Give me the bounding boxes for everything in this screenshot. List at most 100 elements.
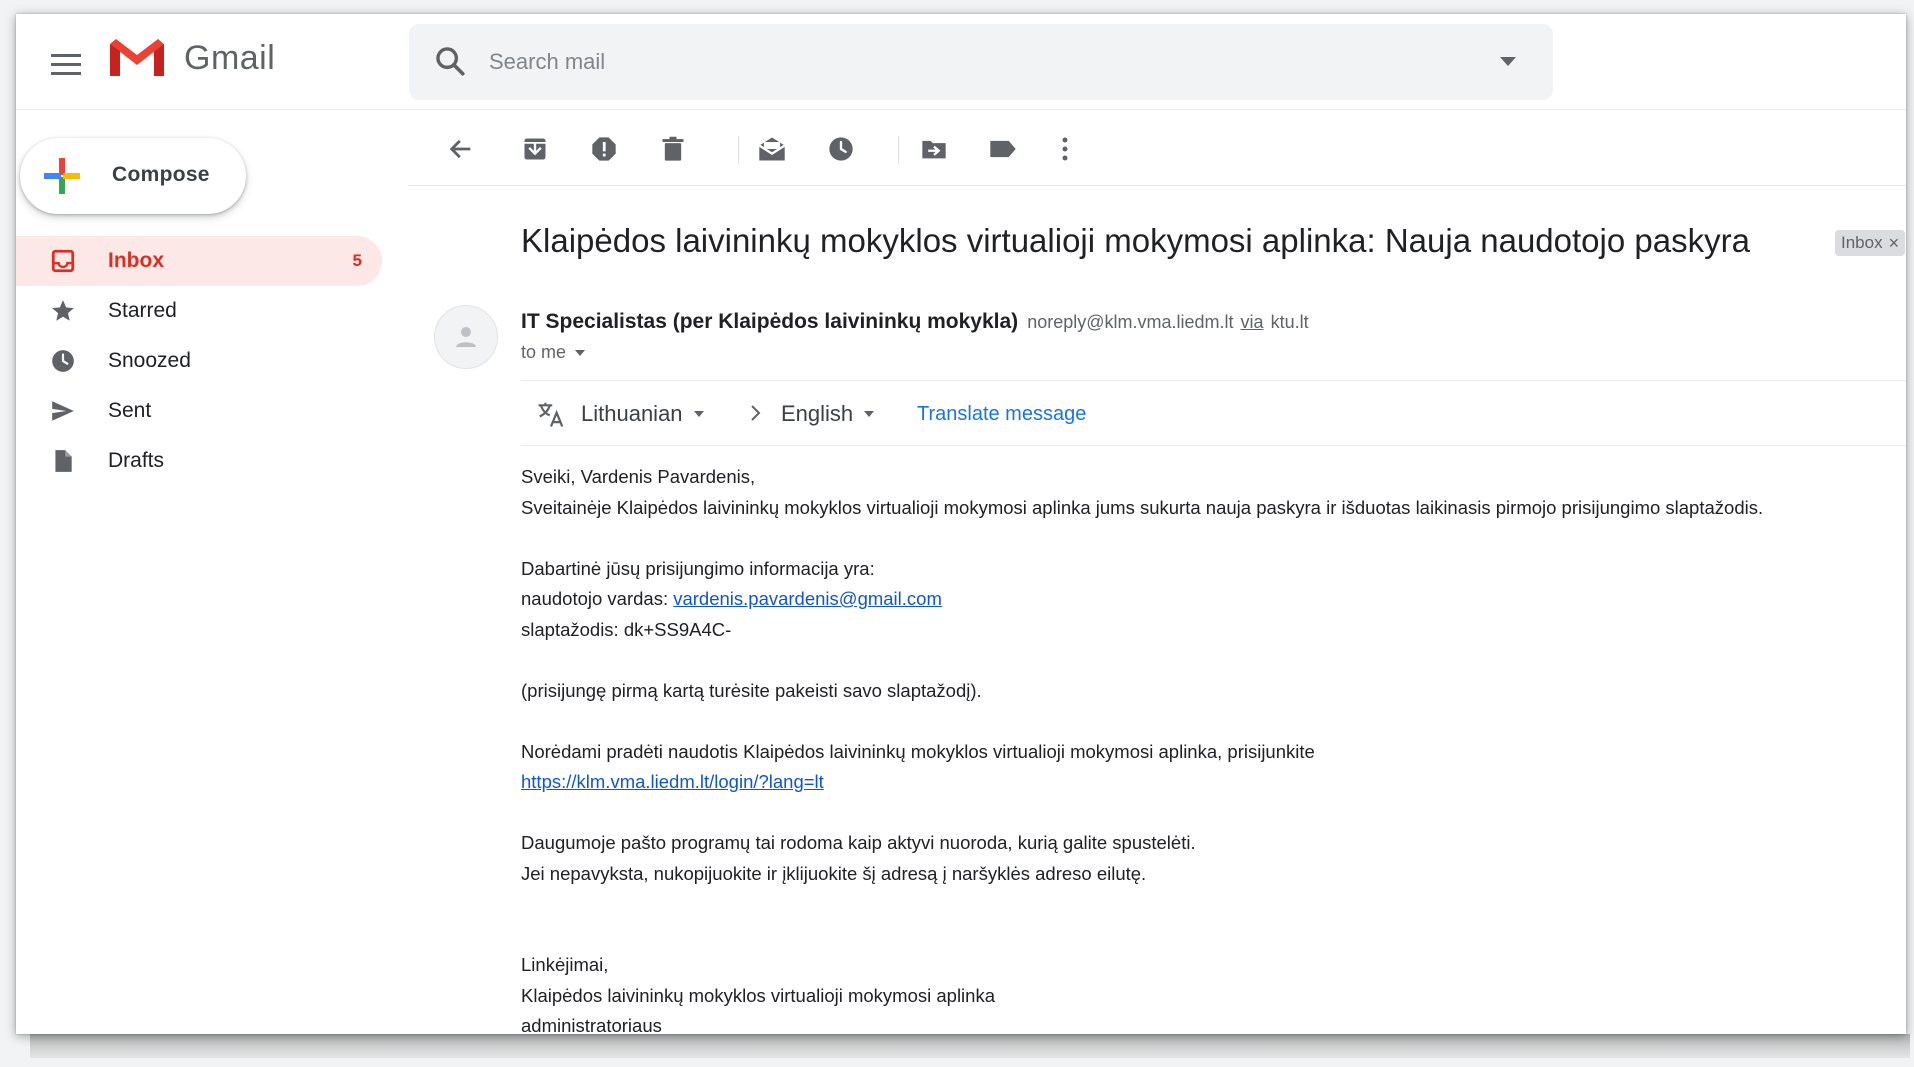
delete-icon xyxy=(662,136,684,161)
label-icon xyxy=(990,140,1016,158)
body-login-intro: Norėdami pradėti naudotis Klaipėdos laiv… xyxy=(521,740,1315,762)
translate-icon xyxy=(538,402,564,427)
mark-unread-button[interactable] xyxy=(755,132,789,166)
sidebar-item-label: Drafts xyxy=(108,449,165,472)
body-greeting: Sveiki, Vardenis Pavardenis, xyxy=(521,466,756,487)
recipients-details-toggle[interactable]: to me xyxy=(521,342,586,363)
username-label: naudotojo vardas: xyxy=(521,588,674,609)
search-icon[interactable] xyxy=(433,44,467,78)
source-language-label: Lithuanian xyxy=(581,401,683,426)
translate-message-link[interactable]: Translate message xyxy=(917,403,1086,426)
move-to-button[interactable] xyxy=(917,132,951,166)
body-signature: Klaipėdos laivininkų mokyklos virtualioj… xyxy=(521,984,995,1006)
sender-email: noreply@klm.vma.liedm.lt xyxy=(1027,312,1234,332)
mark-unread-icon xyxy=(758,137,786,161)
label-button[interactable] xyxy=(986,132,1020,166)
sidebar-item-drafts[interactable]: Drafts xyxy=(16,436,406,486)
send-icon xyxy=(52,401,74,421)
sidebar-item-label: Sent xyxy=(108,399,152,422)
toolbar-divider xyxy=(738,136,739,164)
body-signature: administratoriaus xyxy=(521,1015,662,1034)
body-login-url-line: https://klm.vma.liedm.lt/login/?lang=lt xyxy=(521,767,1763,798)
sender-line: IT Specialistas (per Klaipėdos laivinink… xyxy=(521,310,1309,334)
more-options-button[interactable] xyxy=(1048,132,1082,166)
body-change-note: (prisijungę pirmą kartą turėsite pakeist… xyxy=(521,679,982,701)
person-icon xyxy=(456,327,476,347)
snooze-icon xyxy=(829,137,853,161)
body-closing: Linkėjimai, xyxy=(521,954,609,975)
chevron-down-icon xyxy=(693,411,704,417)
archive-button[interactable] xyxy=(518,132,552,166)
compose-label: Compose xyxy=(112,163,210,186)
draft-icon xyxy=(55,450,72,472)
search-bar[interactable] xyxy=(409,24,1553,100)
sidebar-item-label: Snoozed xyxy=(108,349,191,372)
unread-count-badge: 5 xyxy=(352,251,362,270)
source-language-dropdown[interactable]: Lithuanian xyxy=(581,401,705,427)
translate-bar: Lithuanian English Translate message xyxy=(521,380,1906,446)
toolbar-divider xyxy=(898,136,899,164)
sidebar-item-label: Inbox xyxy=(108,249,164,272)
username-email-link[interactable]: vardenis.pavardenis@gmail.com xyxy=(673,588,942,609)
sidebar-item-snoozed[interactable]: Snoozed xyxy=(16,336,406,386)
compose-plus-icon xyxy=(44,158,80,194)
gmail-logo[interactable]: Gmail xyxy=(108,36,275,80)
hamburger-line xyxy=(51,53,81,57)
compose-button[interactable]: Compose xyxy=(20,138,246,214)
body-paragraph: Sveitainėje Klaipėdos laivininkų mokyklo… xyxy=(521,496,1764,518)
remove-label-icon[interactable]: × xyxy=(1889,230,1900,256)
report-spam-icon xyxy=(592,137,616,161)
body-password-line: slaptažodis: dk+SS9A4C- xyxy=(521,618,732,640)
target-language-dropdown[interactable]: English xyxy=(781,401,875,427)
avatar[interactable] xyxy=(434,305,498,369)
via-domain: ktu.lt xyxy=(1270,312,1309,332)
email-body: Sveiki, Vardenis Pavardenis, Sveitainėje… xyxy=(521,462,1763,1034)
sender-name[interactable]: IT Specialistas (per Klaipėdos laivinink… xyxy=(521,310,1018,333)
header: Gmail xyxy=(16,14,1906,110)
email-subject: Klaipėdos laivininkų mokyklos virtualioj… xyxy=(521,222,1750,259)
back-button[interactable] xyxy=(444,132,478,166)
body-username-line: naudotojo vardas: vardenis.pavardenis@gm… xyxy=(521,584,1763,615)
app-name: Gmail xyxy=(184,38,276,77)
hamburger-line xyxy=(51,62,81,66)
body-note: Jei nepavyksta, nukopijuokite ir įklijuo… xyxy=(521,862,1147,884)
back-arrow-icon xyxy=(449,139,471,159)
window-shadow xyxy=(30,1034,1910,1058)
message-toolbar xyxy=(408,110,1906,186)
report-spam-button[interactable] xyxy=(587,132,621,166)
sidebar-item-label: Starred xyxy=(108,299,177,322)
move-to-icon xyxy=(922,140,946,159)
sidebar-nav: Inbox 5 Starred Snoozed Sent Drafts xyxy=(16,236,406,486)
target-language-label: English xyxy=(781,401,854,426)
label-chip-text: Inbox xyxy=(1841,233,1883,252)
screenshot-frame: Gmail Compose xyxy=(0,0,1914,1067)
inbox-icon xyxy=(51,249,75,273)
search-options-dropdown-icon[interactable] xyxy=(1499,56,1517,68)
gmail-window: Gmail Compose xyxy=(16,14,1906,1034)
search-input[interactable] xyxy=(489,42,1389,82)
body-note: Daugumoje pašto programų tai rodoma kaip… xyxy=(521,832,1196,853)
subject-row: Klaipėdos laivininkų mokyklos virtualioj… xyxy=(521,222,1906,266)
sidebar-item-starred[interactable]: Starred xyxy=(16,286,406,336)
star-icon xyxy=(52,300,74,321)
archive-icon xyxy=(524,138,546,160)
snooze-button[interactable] xyxy=(824,132,858,166)
delete-button[interactable] xyxy=(656,132,690,166)
chevron-down-icon xyxy=(864,411,875,417)
main-menu-button[interactable] xyxy=(46,44,86,84)
chevron-right-icon[interactable] xyxy=(749,401,763,425)
recipients-text: to me xyxy=(521,342,567,362)
chevron-down-icon xyxy=(575,349,586,356)
sidebar-item-sent[interactable]: Sent xyxy=(16,386,406,436)
via-link[interactable]: via xyxy=(1241,312,1264,332)
inbox-label-chip: Inbox × xyxy=(1835,230,1906,256)
sidebar-item-inbox[interactable]: Inbox 5 xyxy=(16,236,382,286)
login-url-link[interactable]: https://klm.vma.liedm.lt/login/?lang=lt xyxy=(521,771,824,792)
body-info-header: Dabartinė jūsų prisijungimo informacija … xyxy=(521,557,875,579)
clock-icon xyxy=(52,350,74,372)
gmail-m-icon xyxy=(110,39,164,76)
